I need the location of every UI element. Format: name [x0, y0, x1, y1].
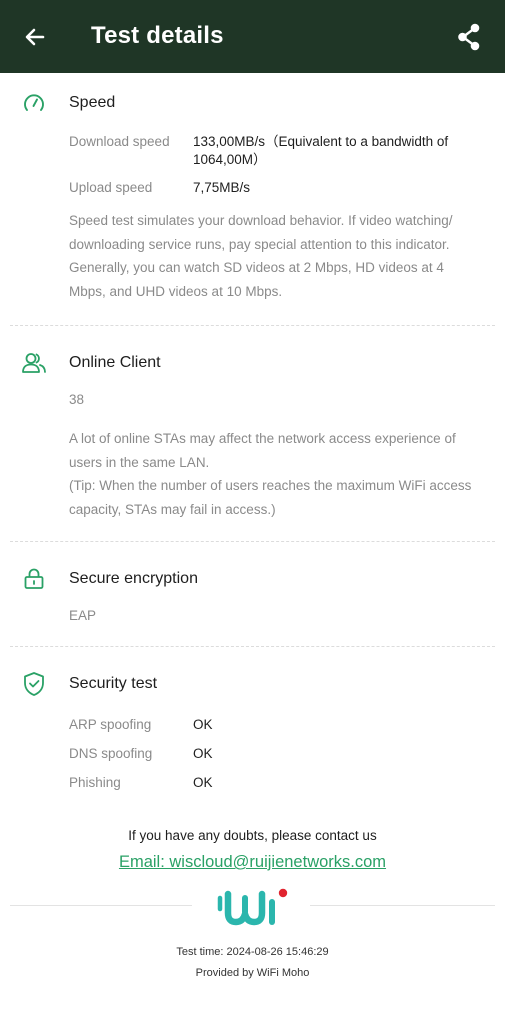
- provided-by: Provided by WiFi Moho: [195, 967, 310, 979]
- security-header: Security test: [10, 668, 495, 700]
- dns-spoofing-row: DNS spoofing OK: [69, 745, 477, 763]
- app-root: Test details Speed Download speed 133,00…: [0, 0, 505, 1024]
- share-button[interactable]: [453, 21, 485, 53]
- download-speed-label: Download speed: [69, 134, 170, 149]
- encryption-header: Secure encryption: [10, 563, 495, 595]
- speedometer-icon: [20, 89, 48, 117]
- test-time: Test time: 2024-08-26 15:46:29: [176, 946, 329, 958]
- encryption-section: Secure encryption EAP: [10, 542, 495, 647]
- wifi-moho-logo: [217, 888, 288, 926]
- phishing-label: Phishing: [69, 775, 121, 790]
- speed-body: Download speed 133,00MB/s（Equivalent to …: [10, 117, 495, 303]
- speed-description: Speed test simulates your download behav…: [69, 213, 453, 299]
- speed-header: Speed: [10, 88, 495, 117]
- logo-row: [0, 886, 505, 936]
- share-icon: [458, 23, 480, 51]
- download-speed-value: 133,00MB/s（Equivalent to a bandwidth of …: [193, 134, 449, 167]
- back-button[interactable]: [18, 20, 52, 54]
- online-client-body: 38 A lot of online STAs may affect the n…: [10, 379, 495, 521]
- upload-speed-value: 7,75MB/s: [193, 180, 251, 195]
- online-client-section: Online Client 38 A lot of online STAs ma…: [10, 326, 495, 542]
- online-client-header: Online Client: [10, 347, 495, 379]
- top-app-bar: Test details: [0, 0, 505, 73]
- arrow-left-icon: [25, 28, 45, 46]
- online-client-tip: (Tip: When the number of users reaches t…: [69, 478, 472, 517]
- encryption-title: Secure encryption: [69, 570, 198, 587]
- arp-spoofing-row: ARP spoofing OK: [69, 716, 477, 734]
- dns-spoofing-value: OK: [193, 746, 213, 761]
- download-speed-row: Download speed 133,00MB/s（Equivalent to …: [69, 133, 477, 169]
- security-section: Security test ARP spoofing OK DNS spoofi…: [10, 647, 495, 810]
- security-title: Security test: [69, 675, 158, 692]
- shield-check-icon: [20, 670, 48, 698]
- encryption-body: EAP: [10, 595, 495, 625]
- contact-text: If you have any doubts, please contact u…: [128, 828, 377, 843]
- lock-icon: [20, 565, 48, 593]
- arp-spoofing-value: OK: [193, 717, 213, 732]
- upload-speed-label: Upload speed: [69, 180, 153, 195]
- speed-section: Speed Download speed 133,00MB/s（Equivale…: [10, 88, 495, 326]
- dns-spoofing-label: DNS spoofing: [69, 746, 153, 761]
- phishing-row: Phishing OK: [69, 774, 477, 792]
- encryption-value: EAP: [69, 608, 97, 623]
- users-icon: [20, 349, 48, 377]
- security-body: ARP spoofing OK DNS spoofing OK Phishing…: [10, 700, 495, 792]
- arp-spoofing-label: ARP spoofing: [69, 717, 152, 732]
- divider-right: [310, 905, 495, 906]
- page-title: Test details: [91, 22, 224, 49]
- phishing-value: OK: [193, 775, 213, 790]
- online-client-description: A lot of online STAs may affect the netw…: [69, 431, 456, 470]
- online-client-title: Online Client: [69, 354, 161, 371]
- contact-email-link[interactable]: Email: wiscloud@ruijienetworks.com: [0, 853, 505, 872]
- online-client-count: 38: [69, 392, 85, 407]
- speed-title: Speed: [69, 93, 116, 111]
- upload-speed-row: Upload speed 7,75MB/s: [69, 179, 477, 197]
- divider-left: [10, 905, 192, 906]
- contact-block: If you have any doubts, please contact u…: [0, 828, 505, 872]
